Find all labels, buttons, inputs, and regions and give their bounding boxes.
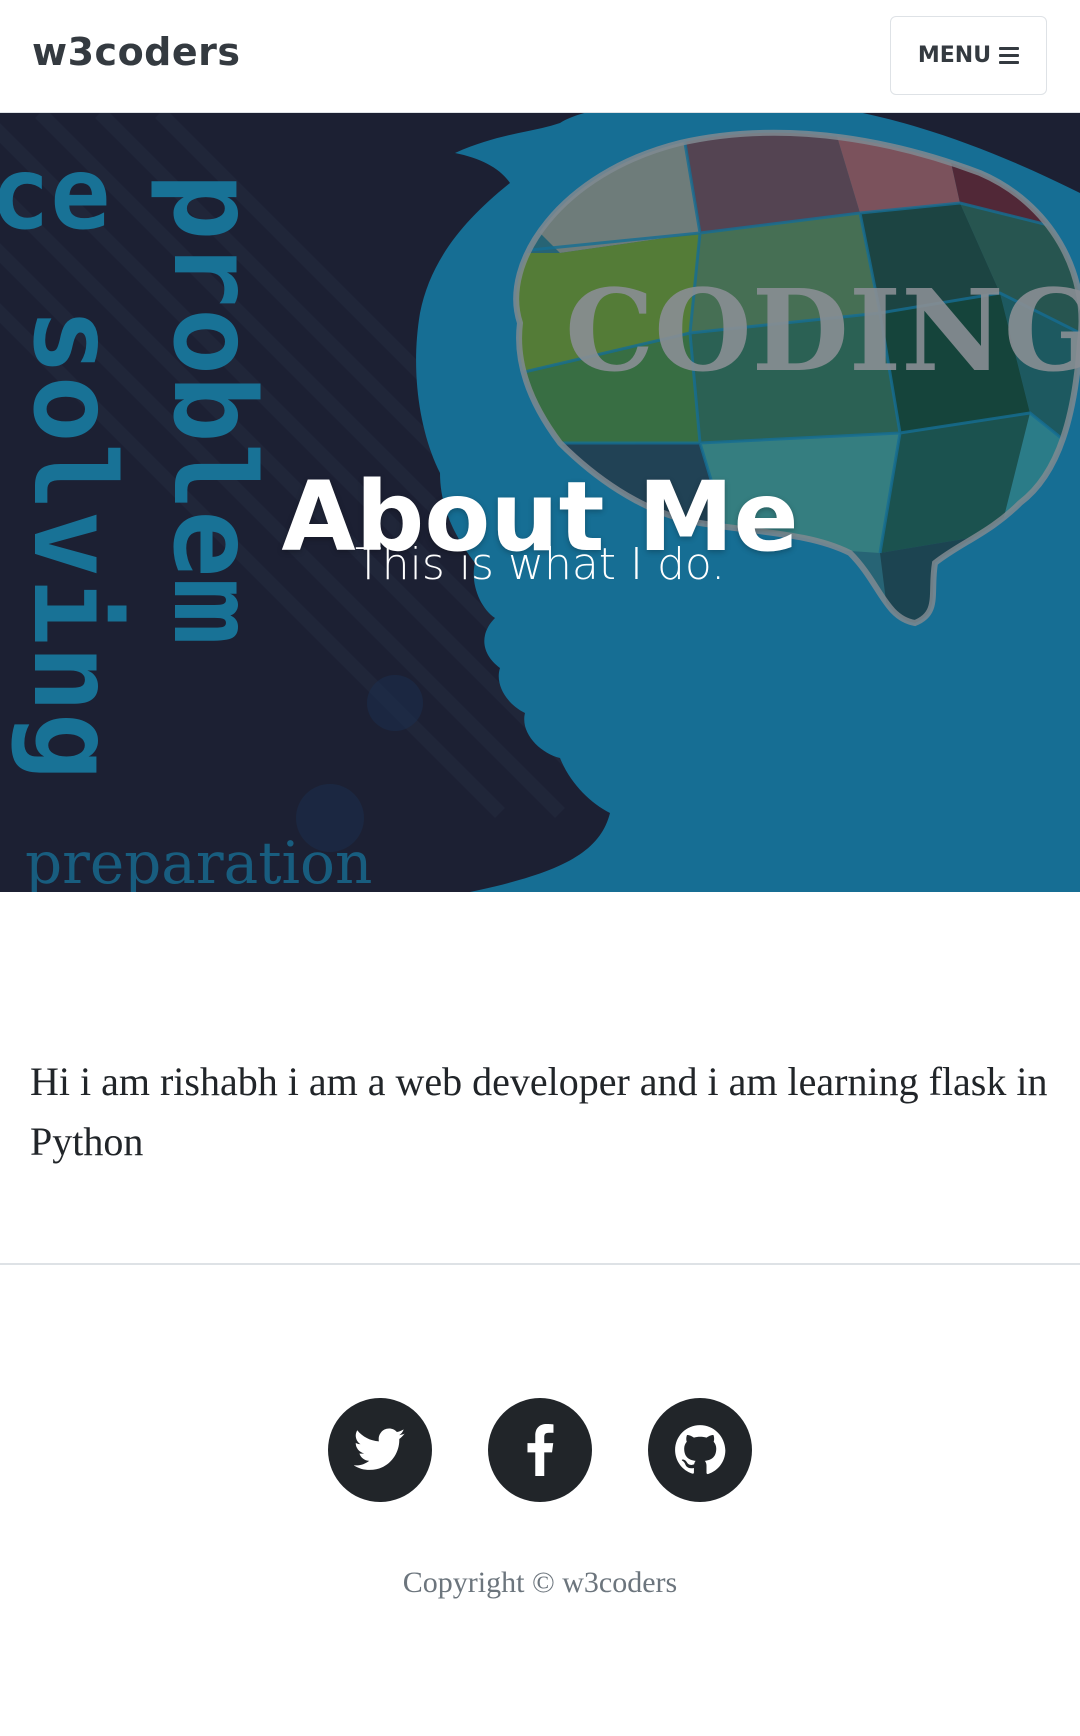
facebook-link[interactable] (488, 1398, 592, 1502)
page-subtitle: This is what I do. (354, 539, 726, 590)
twitter-icon (354, 1428, 406, 1470)
about-content: Hi i am rishabh i am a web developer and… (30, 1052, 1060, 1172)
menu-button[interactable]: MENU (890, 16, 1047, 95)
about-paragraph: Hi i am rishabh i am a web developer and… (30, 1059, 1048, 1164)
twitter-link[interactable] (328, 1398, 432, 1502)
github-link[interactable] (648, 1398, 752, 1502)
copyright-text: Copyright © w3coders (402, 1566, 678, 1599)
navbar: w3coders MENU (0, 0, 1080, 113)
brand-link[interactable]: w3coders (32, 30, 241, 74)
hero-banner: CODING problem solving ce preparation Ab… (0, 113, 1080, 892)
hamburger-icon (999, 47, 1020, 64)
facebook-icon (527, 1424, 554, 1476)
github-icon (675, 1425, 726, 1475)
divider (0, 1263, 1080, 1265)
menu-label: MENU (917, 43, 992, 68)
